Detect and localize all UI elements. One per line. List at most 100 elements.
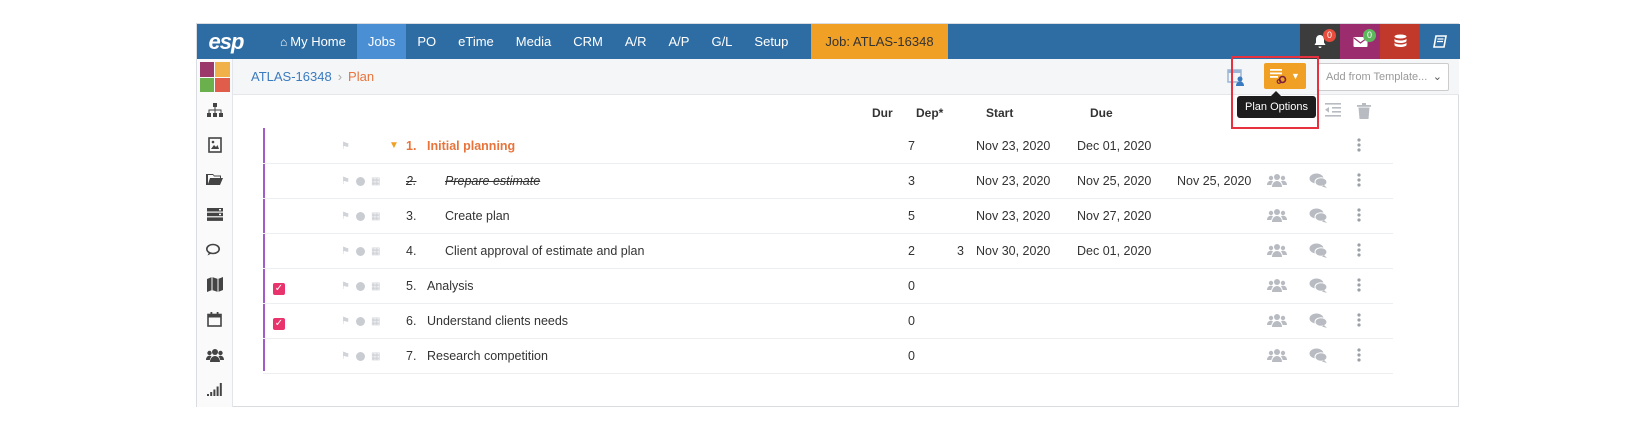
table-row[interactable]: ✓ ⚑ ▦ 6. Understand clients needs 0 bbox=[263, 304, 1393, 339]
sitemap-icon[interactable] bbox=[197, 92, 232, 127]
flag-icon[interactable]: ⚑ bbox=[341, 316, 350, 327]
flag-icon[interactable]: ⚑ bbox=[341, 211, 350, 222]
trash-icon[interactable] bbox=[1357, 103, 1375, 121]
task-due[interactable]: Dec 01, 2020 bbox=[1077, 139, 1151, 153]
nav-setup[interactable]: Setup bbox=[743, 24, 799, 59]
comments-icon[interactable] bbox=[1309, 208, 1328, 226]
task-name[interactable]: Initial planning bbox=[427, 139, 515, 153]
nav-media[interactable]: Media bbox=[505, 24, 562, 59]
table-row[interactable]: ⚑ ▦ 7. Research competition 0 bbox=[263, 339, 1393, 374]
caret-down-icon[interactable]: ▼ bbox=[389, 140, 399, 151]
users-icon[interactable] bbox=[197, 337, 232, 372]
nav-po[interactable]: PO bbox=[406, 24, 447, 59]
map-icon[interactable]: ▦ bbox=[371, 246, 380, 257]
task-duration[interactable]: 0 bbox=[895, 279, 915, 293]
task-name[interactable]: Research competition bbox=[427, 349, 548, 363]
job-tab[interactable]: Job: ATLAS-16348 bbox=[811, 24, 948, 59]
row-menu-icon[interactable] bbox=[1357, 208, 1361, 222]
row-menu-icon[interactable] bbox=[1357, 348, 1361, 362]
comments-icon[interactable] bbox=[197, 232, 232, 267]
image-icon[interactable] bbox=[197, 127, 232, 162]
esp-logo[interactable]: esp bbox=[197, 24, 255, 59]
assign-users-icon[interactable] bbox=[1267, 313, 1287, 330]
status-dot-icon[interactable] bbox=[355, 177, 365, 186]
task-start[interactable]: Nov 23, 2020 bbox=[976, 209, 1050, 223]
map-icon[interactable]: ▦ bbox=[371, 281, 380, 292]
comments-icon[interactable] bbox=[1309, 278, 1328, 296]
nav-ap[interactable]: A/P bbox=[657, 24, 700, 59]
folder-icon[interactable] bbox=[197, 162, 232, 197]
row-menu-icon[interactable] bbox=[1357, 173, 1361, 187]
table-row[interactable]: ⚑ ▼ 1. Initial planning 7 Nov 23, 2020 Dec 01,… bbox=[263, 129, 1393, 164]
map-icon[interactable] bbox=[197, 267, 232, 302]
table-row[interactable]: ⚑ ▦ 4. Client approval of estimate and plan… bbox=[263, 234, 1393, 269]
row-menu-icon[interactable] bbox=[1357, 138, 1361, 152]
task-duration[interactable]: 5 bbox=[895, 209, 915, 223]
comments-icon[interactable] bbox=[1309, 243, 1328, 261]
status-dot-icon[interactable] bbox=[355, 247, 365, 256]
breadcrumb-job-link[interactable]: ATLAS-16348 bbox=[251, 69, 332, 84]
col-dep[interactable]: Dep* bbox=[916, 106, 943, 120]
task-duration[interactable]: 0 bbox=[895, 314, 915, 328]
row-menu-icon[interactable] bbox=[1357, 278, 1361, 292]
server-icon[interactable] bbox=[197, 197, 232, 232]
nav-ar[interactable]: A/R bbox=[614, 24, 658, 59]
table-row[interactable]: ⚑ ▦ 2. Prepare estimate 3 Nov 23, 2020 Nov 25,… bbox=[263, 164, 1393, 199]
comments-icon[interactable] bbox=[1309, 313, 1328, 331]
calendar-icon[interactable] bbox=[197, 302, 232, 337]
task-duration[interactable]: 3 bbox=[895, 174, 915, 188]
flag-icon[interactable]: ⚑ bbox=[341, 351, 350, 362]
outdent-icon[interactable] bbox=[1325, 103, 1343, 121]
table-row[interactable]: ⚑ ▦ 3. Create plan 5 Nov 23, 2020 Nov 27, 2020 bbox=[263, 199, 1393, 234]
task-name[interactable]: Create plan bbox=[445, 209, 510, 223]
assign-users-icon[interactable] bbox=[1267, 173, 1287, 190]
status-dot-icon[interactable] bbox=[355, 352, 365, 361]
assign-users-icon[interactable] bbox=[1267, 278, 1287, 295]
nav-etime[interactable]: eTime bbox=[447, 24, 505, 59]
task-due[interactable]: Dec 01, 2020 bbox=[1077, 244, 1151, 258]
task-checkbox[interactable]: ✓ bbox=[273, 318, 285, 330]
status-dot-icon[interactable] bbox=[355, 282, 365, 291]
signal-icon[interactable] bbox=[197, 372, 232, 407]
nav-gl[interactable]: G/L bbox=[700, 24, 743, 59]
app-tiles-icon[interactable] bbox=[199, 62, 230, 92]
nav-my-home[interactable]: ⌂ My Home bbox=[269, 24, 357, 59]
col-due[interactable]: Due bbox=[1090, 106, 1113, 120]
assign-users-icon[interactable] bbox=[1267, 348, 1287, 365]
table-row[interactable]: ✓ ⚑ ▦ 5. Analysis 0 bbox=[263, 269, 1393, 304]
add-from-template-select[interactable]: Add from Template... ⌄ bbox=[1318, 63, 1449, 91]
nav-crm[interactable]: CRM bbox=[562, 24, 614, 59]
messages-button[interactable]: 0 bbox=[1340, 24, 1380, 59]
map-icon[interactable]: ▦ bbox=[371, 351, 380, 362]
task-start[interactable]: Nov 23, 2020 bbox=[976, 174, 1050, 188]
flag-icon[interactable]: ⚑ bbox=[341, 141, 350, 152]
assign-users-icon[interactable] bbox=[1267, 243, 1287, 260]
notifications-button[interactable]: 0 bbox=[1300, 24, 1340, 59]
comments-icon[interactable] bbox=[1309, 348, 1328, 366]
task-duration[interactable]: 2 bbox=[895, 244, 915, 258]
flag-icon[interactable]: ⚑ bbox=[341, 246, 350, 257]
task-start[interactable]: Nov 30, 2020 bbox=[976, 244, 1050, 258]
database-button[interactable] bbox=[1380, 24, 1420, 59]
task-name[interactable]: Client approval of estimate and plan bbox=[445, 244, 644, 258]
col-start[interactable]: Start bbox=[986, 106, 1013, 120]
map-icon[interactable]: ▦ bbox=[371, 316, 380, 327]
nav-jobs[interactable]: Jobs bbox=[356, 24, 407, 59]
task-checkbox[interactable]: ✓ bbox=[273, 283, 285, 295]
map-icon[interactable]: ▦ bbox=[371, 176, 380, 187]
status-dot-icon[interactable] bbox=[355, 212, 365, 221]
task-name[interactable]: Prepare estimate bbox=[445, 174, 540, 188]
col-dur[interactable]: Dur bbox=[872, 106, 893, 120]
assign-users-icon[interactable] bbox=[1267, 208, 1287, 225]
map-icon[interactable]: ▦ bbox=[371, 211, 380, 222]
task-duration[interactable]: 0 bbox=[895, 349, 915, 363]
calendar-users-icon[interactable] bbox=[1227, 67, 1247, 87]
row-menu-icon[interactable] bbox=[1357, 243, 1361, 257]
flag-icon[interactable]: ⚑ bbox=[341, 176, 350, 187]
help-book-button[interactable] bbox=[1420, 24, 1460, 59]
task-start[interactable]: Nov 23, 2020 bbox=[976, 139, 1050, 153]
task-name[interactable]: Analysis bbox=[427, 279, 474, 293]
task-due[interactable]: Nov 27, 2020 bbox=[1077, 209, 1151, 223]
row-menu-icon[interactable] bbox=[1357, 313, 1361, 327]
flag-icon[interactable]: ⚑ bbox=[341, 281, 350, 292]
